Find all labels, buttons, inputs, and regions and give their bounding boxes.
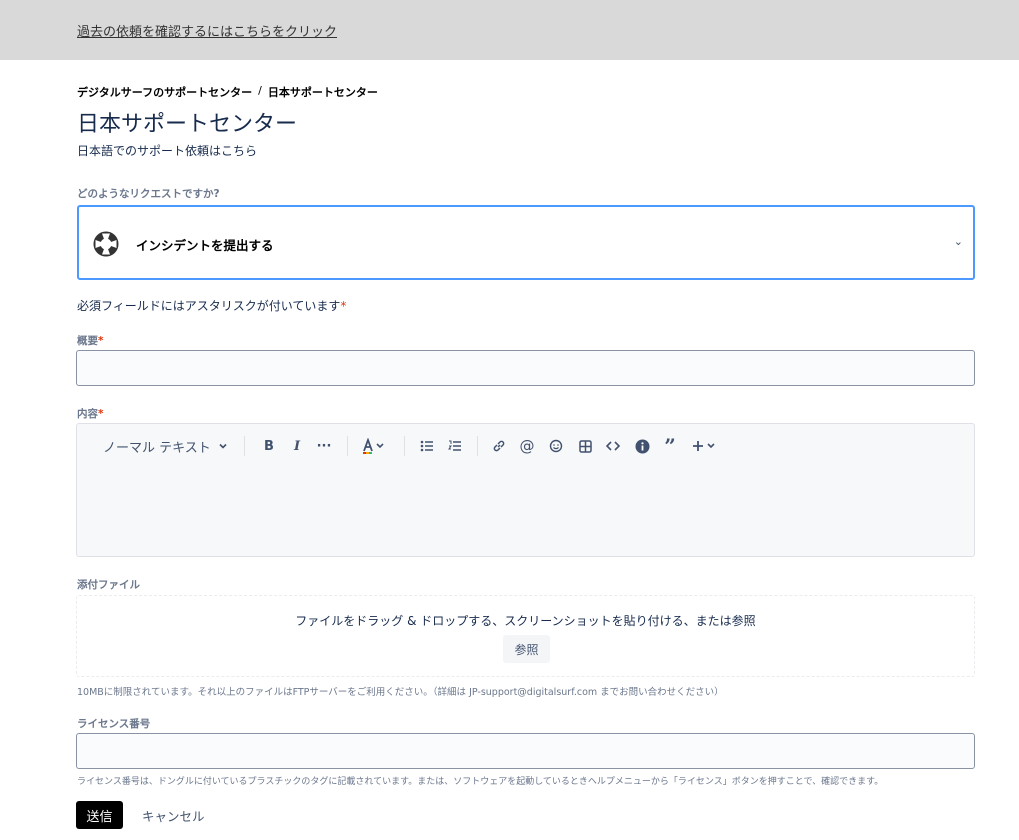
- insert-plus-icon[interactable]: [691, 436, 719, 456]
- breadcrumb-separator: /: [258, 84, 262, 97]
- summary-input[interactable]: [76, 350, 975, 386]
- description-required-asterisk: *: [98, 408, 104, 420]
- text-color-icon[interactable]: [359, 436, 389, 456]
- mention-icon[interactable]: @: [517, 436, 537, 456]
- license-input[interactable]: [76, 733, 975, 769]
- bullet-list-icon[interactable]: [417, 436, 437, 456]
- emoji-icon[interactable]: [546, 436, 566, 456]
- quote-icon[interactable]: ”: [660, 434, 680, 458]
- attachments-label: 添付ファイル: [77, 579, 140, 591]
- required-fields-note: 必須フィールドにはアスタリスクが付いています*: [77, 297, 346, 314]
- summary-label: 概要*: [77, 333, 104, 348]
- summary-required-asterisk: *: [98, 335, 104, 347]
- request-type-select[interactable]: インシデントを提出する ⌄: [77, 205, 975, 280]
- lifebuoy-icon: [93, 231, 119, 257]
- breadcrumb-current[interactable]: 日本サポートセンター: [268, 84, 378, 100]
- numbered-list-icon[interactable]: [445, 436, 465, 456]
- past-requests-link[interactable]: 過去の依頼を確認するにはこちらをクリック: [77, 21, 337, 40]
- text-style-label: ノーマル テキスト: [103, 440, 211, 456]
- toolbar-divider: [404, 436, 405, 456]
- link-icon[interactable]: [489, 436, 509, 456]
- page-title: 日本サポートセンター: [77, 112, 298, 137]
- editor-toolbar: ノーマル テキスト B I ··· @ ”: [77, 424, 974, 468]
- toolbar-divider: [244, 436, 245, 456]
- cancel-button[interactable]: キャンセル: [134, 801, 213, 829]
- chevron-down-icon: [219, 443, 227, 449]
- more-icon[interactable]: ···: [314, 436, 334, 456]
- license-label: ライセンス番号: [77, 718, 151, 730]
- request-type-label: どのようなリクエストですか?: [77, 188, 220, 200]
- bold-icon[interactable]: B: [259, 436, 279, 456]
- italic-icon[interactable]: I: [287, 436, 307, 456]
- summary-label-text: 概要: [77, 335, 98, 347]
- request-type-value: インシデントを提出する: [136, 238, 274, 253]
- description-label-text: 内容: [77, 408, 98, 420]
- required-asterisk: *: [340, 299, 347, 313]
- text-style-dropdown[interactable]: ノーマル テキスト: [103, 436, 229, 456]
- code-icon[interactable]: [603, 436, 623, 456]
- attachment-dropzone[interactable]: ファイルをドラッグ & ドロップする、スクリーンショットを貼り付ける、または参照…: [76, 595, 975, 677]
- text-color-glyph: [363, 438, 384, 454]
- info-icon[interactable]: [632, 436, 652, 456]
- description-label: 内容*: [77, 406, 104, 421]
- toolbar-divider: [347, 436, 348, 456]
- license-help-text: ライセンス番号は、ドングルに付いているプラスチックのタグに記載されています。また…: [77, 777, 884, 787]
- page-subtitle: 日本語でのサポート依頼はこちら: [77, 144, 258, 158]
- submit-button[interactable]: 送信: [76, 801, 123, 829]
- top-banner: 過去の依頼を確認するにはこちらをクリック: [0, 0, 1019, 60]
- toolbar-divider: [477, 436, 478, 456]
- description-editor[interactable]: ノーマル テキスト B I ··· @ ”: [76, 423, 975, 557]
- chevron-down-icon: ⌄: [953, 235, 963, 248]
- breadcrumb: デジタルサーフのサポートセンター / 日本サポートセンター: [77, 84, 378, 100]
- browse-button[interactable]: 参照: [503, 635, 550, 663]
- required-note-text: 必須フィールドにはアスタリスクが付いています: [77, 299, 341, 313]
- attachments-help-text: 10MBに制限されています。それ以上のファイルはFTPサーバーをご利用ください。…: [77, 687, 724, 698]
- table-icon[interactable]: [575, 436, 595, 456]
- dropzone-text: ファイルをドラッグ & ドロップする、スクリーンショットを貼り付ける、または参照: [295, 614, 756, 628]
- breadcrumb-parent[interactable]: デジタルサーフのサポートセンター: [77, 84, 252, 100]
